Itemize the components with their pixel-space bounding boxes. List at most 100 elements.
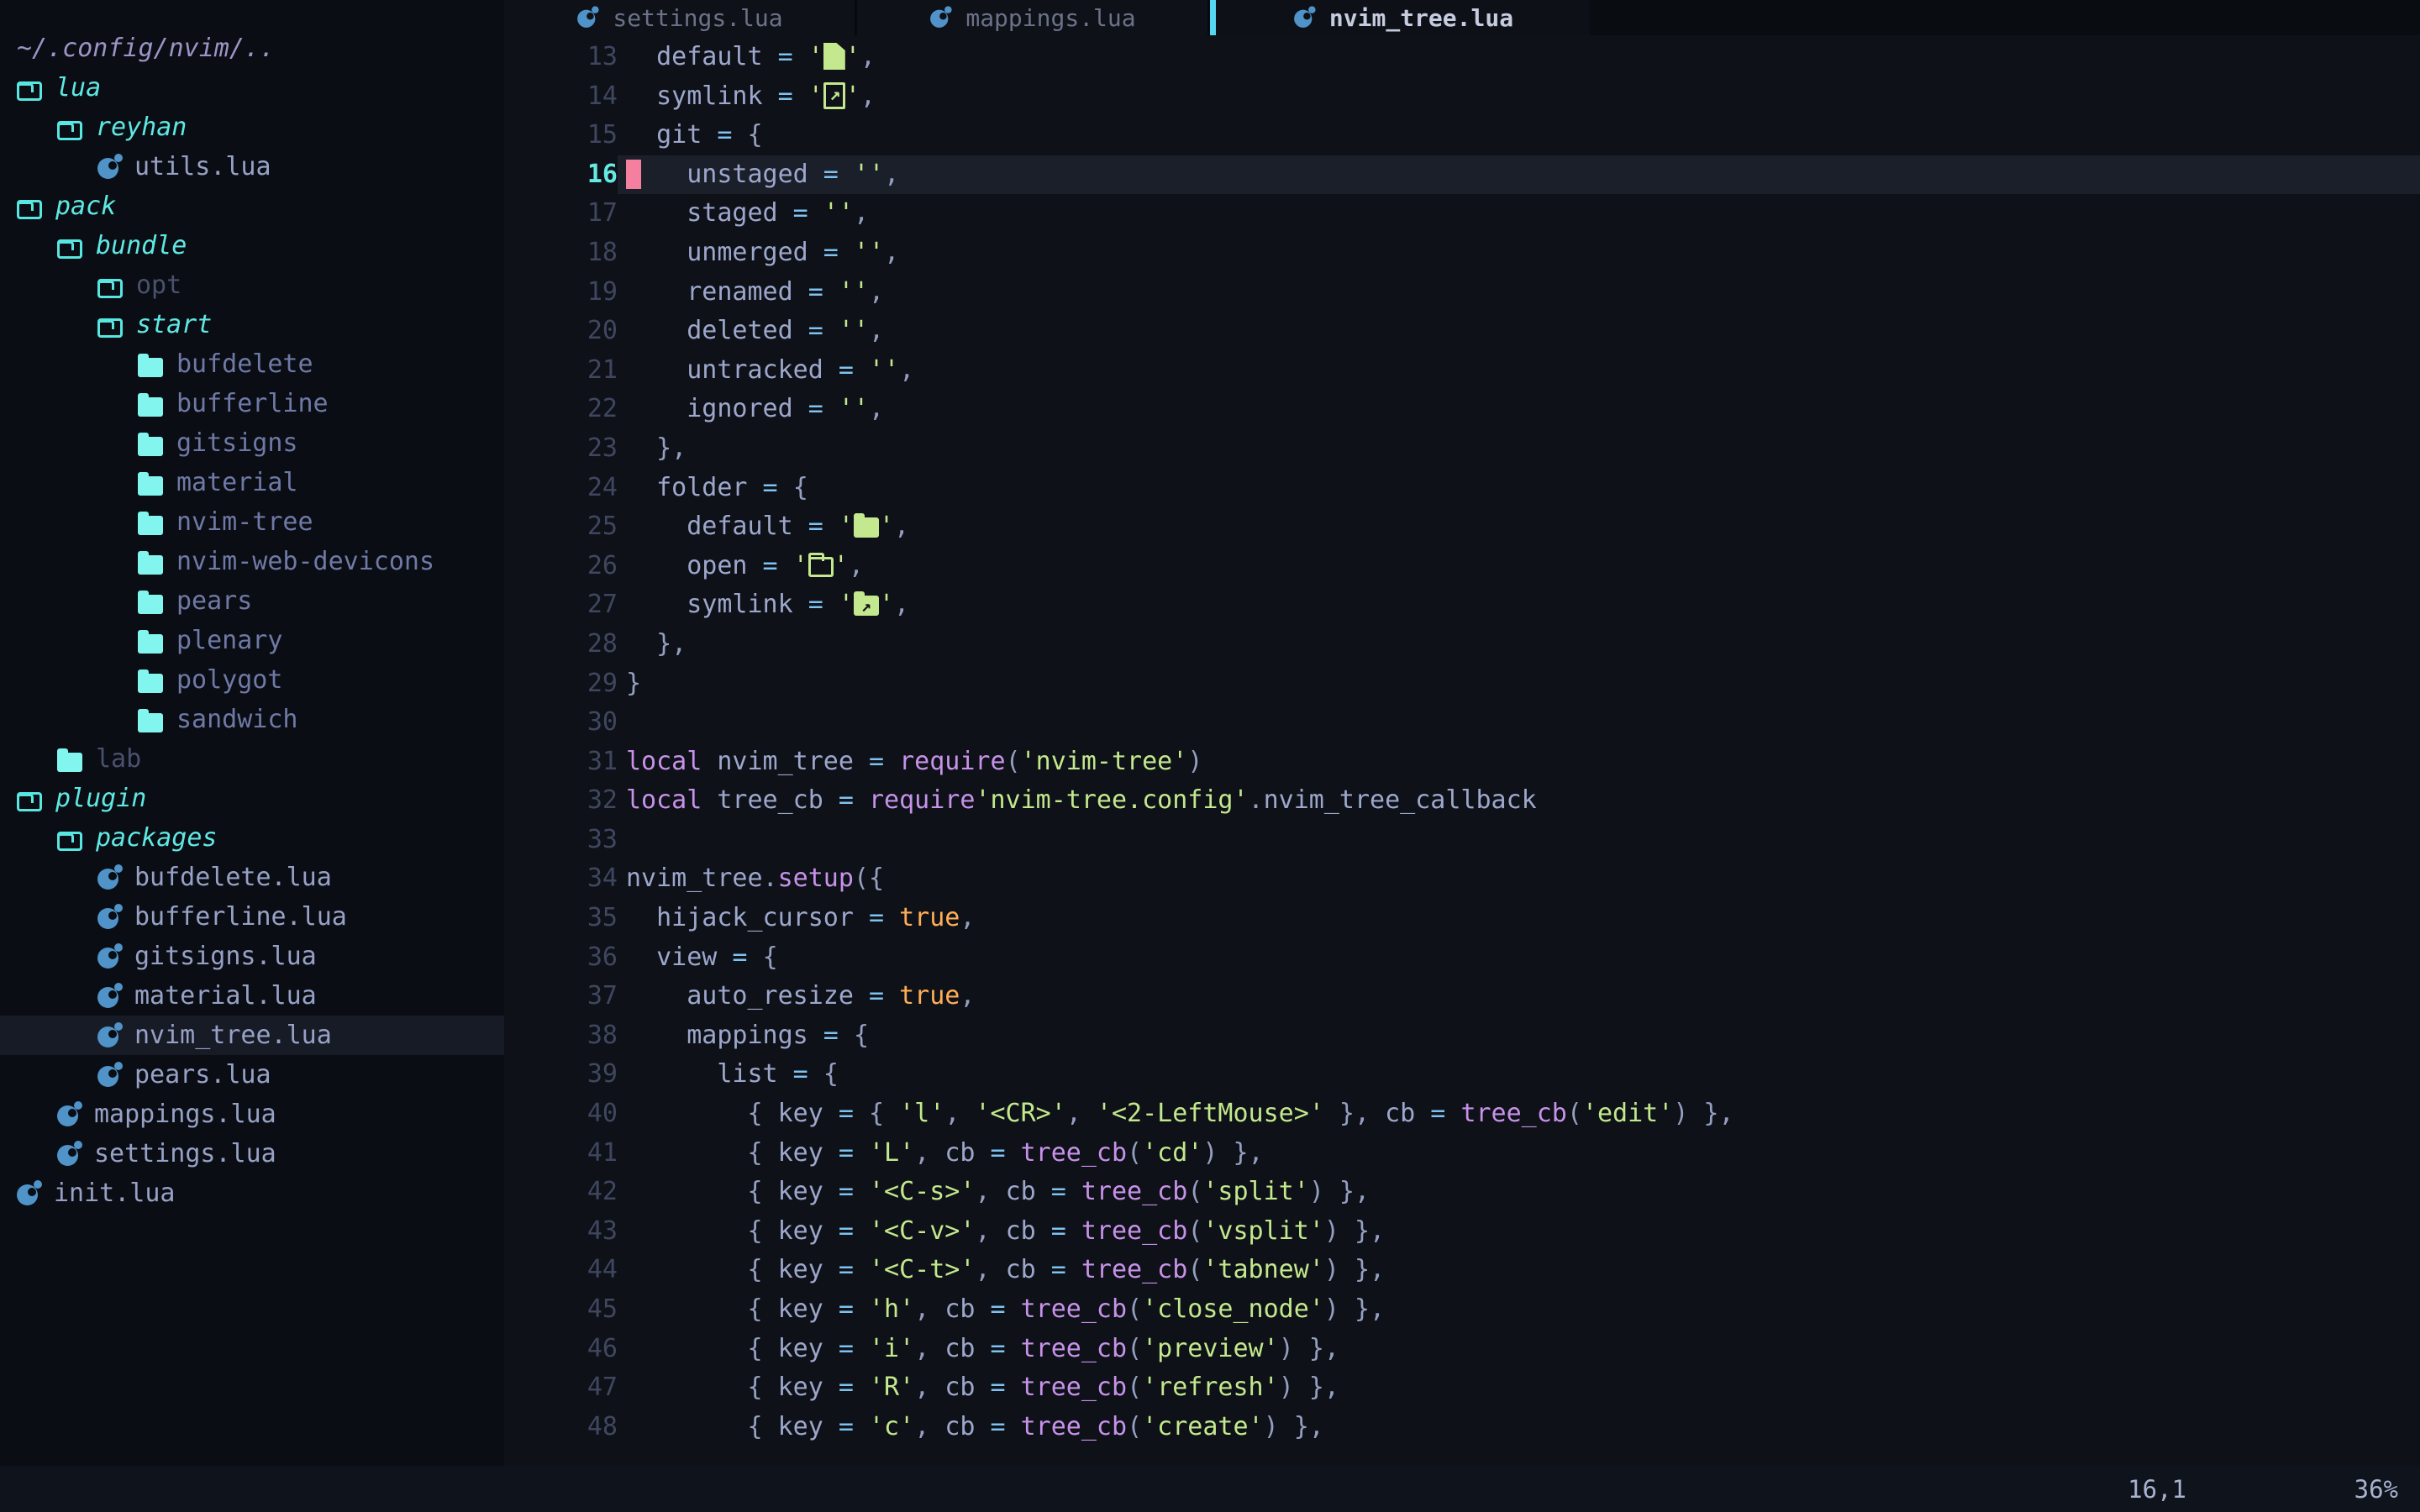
code-line-27[interactable]: 27 symlink = '', [504,585,2420,625]
code-line-17[interactable]: 17 staged = '', [504,194,2420,234]
code-line-21[interactable]: 21 untracked = '', [504,351,2420,391]
tree-item-plugin[interactable]: plugin [0,779,504,818]
tree-item-lab[interactable]: lab [0,739,504,779]
code-line-29[interactable]: 29} [504,664,2420,704]
code-line-42[interactable]: 42 { key = '<C-s>', cb = tree_cb('split'… [504,1173,2420,1212]
code-line-44[interactable]: 44 { key = '<C-t>', cb = tree_cb('tabnew… [504,1251,2420,1290]
tree-item-opt[interactable]: opt [0,265,504,305]
code-line-15[interactable]: 15 git = { [504,116,2420,155]
tree-item-start[interactable]: start [0,305,504,344]
tree-item-material.lua[interactable]: material.lua [0,976,504,1016]
tree-item-label: mappings.lua [94,1100,276,1129]
code-line-26[interactable]: 26 open = '', [504,547,2420,586]
folder-icon [138,358,163,377]
file-icon [823,43,845,70]
code-line-45[interactable]: 45 { key = 'h', cb = tree_cb('close_node… [504,1290,2420,1330]
code-line-36[interactable]: 36 view = { [504,938,2420,978]
code-line-37[interactable]: 37 auto_resize = true, [504,977,2420,1016]
tree-item-sandwich[interactable]: sandwich [0,700,504,739]
line-content: auto_resize = true, [618,977,2420,1016]
folder-open-icon [17,81,42,101]
tree-item-bundle[interactable]: bundle [0,226,504,265]
code-line-16[interactable]: 16 unstaged = '', [504,155,2420,195]
active-tab-indicator [1210,0,1216,35]
folder-open-icon [808,557,834,577]
line-content: git = { [618,116,2420,155]
line-number: 39 [504,1055,618,1095]
tree-item-gitsigns[interactable]: gitsigns [0,423,504,463]
tree-item-pack[interactable]: pack [0,186,504,226]
code-line-41[interactable]: 41 { key = 'L', cb = tree_cb('cd') }, [504,1134,2420,1173]
tree-item-nvim_tree.lua[interactable]: nvim_tree.lua [0,1016,504,1055]
code-line-20[interactable]: 20 deleted = '', [504,312,2420,351]
line-number: 21 [504,351,618,391]
tree-item-settings.lua[interactable]: settings.lua [0,1134,504,1173]
code-line-46[interactable]: 46 { key = 'i', cb = tree_cb('preview') … [504,1330,2420,1369]
tree-item-reyhan[interactable]: reyhan [0,108,504,147]
line-number: 28 [504,625,618,664]
line-content: }, [618,625,2420,664]
line-content: default = '', [618,38,2420,77]
code-line-39[interactable]: 39 list = { [504,1055,2420,1095]
line-content: { key = '<C-v>', cb = tree_cb('vsplit') … [618,1212,2420,1252]
lua-file-icon [97,155,121,179]
code-line-18[interactable]: 18 unmerged = '', [504,234,2420,273]
file-tree-sidebar[interactable]: ~/.config/nvim/..luareyhanutils.luapackb… [0,0,504,1466]
cursor-position: 16,1 [2128,1475,2186,1504]
line-content: { key = '<C-t>', cb = tree_cb('tabnew') … [618,1251,2420,1290]
tree-item-polygot[interactable]: polygot [0,660,504,700]
tree-item-label: settings.lua [94,1139,276,1168]
tab-nvim_tree.lua[interactable]: nvim_tree.lua [1216,0,1590,35]
tree-item-pears.lua[interactable]: pears.lua [0,1055,504,1095]
code-line-43[interactable]: 43 { key = '<C-v>', cb = tree_cb('vsplit… [504,1212,2420,1252]
code-line-34[interactable]: 34nvim_tree.setup({ [504,859,2420,899]
code-line-48[interactable]: 48 { key = 'c', cb = tree_cb('create') }… [504,1408,2420,1447]
tree-item-nvim-web-devicons[interactable]: nvim-web-devicons [0,542,504,581]
tree-item-init.lua[interactable]: init.lua [0,1173,504,1213]
tree-item-label: lua [55,73,101,102]
folder-open-icon [17,792,42,811]
code-editor[interactable]: 13 default = '',14 symlink = '',15 git =… [504,35,2420,1466]
code-line-30[interactable]: 30 [504,703,2420,743]
tab-settings.lua[interactable]: settings.lua [504,0,857,35]
tree-item-utils.lua[interactable]: utils.lua [0,147,504,186]
tree-item-bufdelete[interactable]: bufdelete [0,344,504,384]
tree-item-bufdelete.lua[interactable]: bufdelete.lua [0,858,504,897]
code-line-47[interactable]: 47 { key = 'R', cb = tree_cb('refresh') … [504,1368,2420,1408]
code-line-14[interactable]: 14 symlink = '', [504,77,2420,117]
lua-file-icon [97,1063,121,1087]
code-line-24[interactable]: 24 folder = { [504,469,2420,508]
code-line-40[interactable]: 40 { key = { 'l', '<CR>', '<2-LeftMouse>… [504,1095,2420,1134]
code-line-32[interactable]: 32local tree_cb = require'nvim-tree.conf… [504,781,2420,821]
code-line-28[interactable]: 28 }, [504,625,2420,664]
code-line-23[interactable]: 23 }, [504,429,2420,469]
tree-item-bufferline.lua[interactable]: bufferline.lua [0,897,504,937]
line-content: renamed = '', [618,273,2420,312]
tree-item-plenary[interactable]: plenary [0,621,504,660]
code-line-19[interactable]: 19 renamed = '', [504,273,2420,312]
code-line-35[interactable]: 35 hijack_cursor = true, [504,899,2420,938]
tree-item-gitsigns.lua[interactable]: gitsigns.lua [0,937,504,976]
line-content: folder = { [618,469,2420,508]
tree-item-packages[interactable]: packages [0,818,504,858]
line-content: list = { [618,1055,2420,1095]
tree-item-material[interactable]: material [0,463,504,502]
tree-item-mappings.lua[interactable]: mappings.lua [0,1095,504,1134]
code-line-13[interactable]: 13 default = '', [504,38,2420,77]
tree-item-pears[interactable]: pears [0,581,504,621]
tree-item-label: opt [136,270,182,300]
tree-item-bufferline[interactable]: bufferline [0,384,504,423]
tab-mappings.lua[interactable]: mappings.lua [857,0,1210,35]
lua-icon [930,8,950,28]
line-content: local nvim_tree = require('nvim-tree') [618,743,2420,782]
tree-item-label: pears.lua [134,1060,271,1089]
folder-open-icon [17,200,42,219]
tree-item-nvim-tree[interactable]: nvim-tree [0,502,504,542]
tree-root[interactable]: ~/.config/nvim/.. [0,29,504,68]
code-line-38[interactable]: 38 mappings = { [504,1016,2420,1056]
tree-item-lua[interactable]: lua [0,68,504,108]
code-line-25[interactable]: 25 default = '', [504,507,2420,547]
code-line-31[interactable]: 31local nvim_tree = require('nvim-tree') [504,743,2420,782]
code-line-33[interactable]: 33 [504,821,2420,860]
code-line-22[interactable]: 22 ignored = '', [504,390,2420,429]
